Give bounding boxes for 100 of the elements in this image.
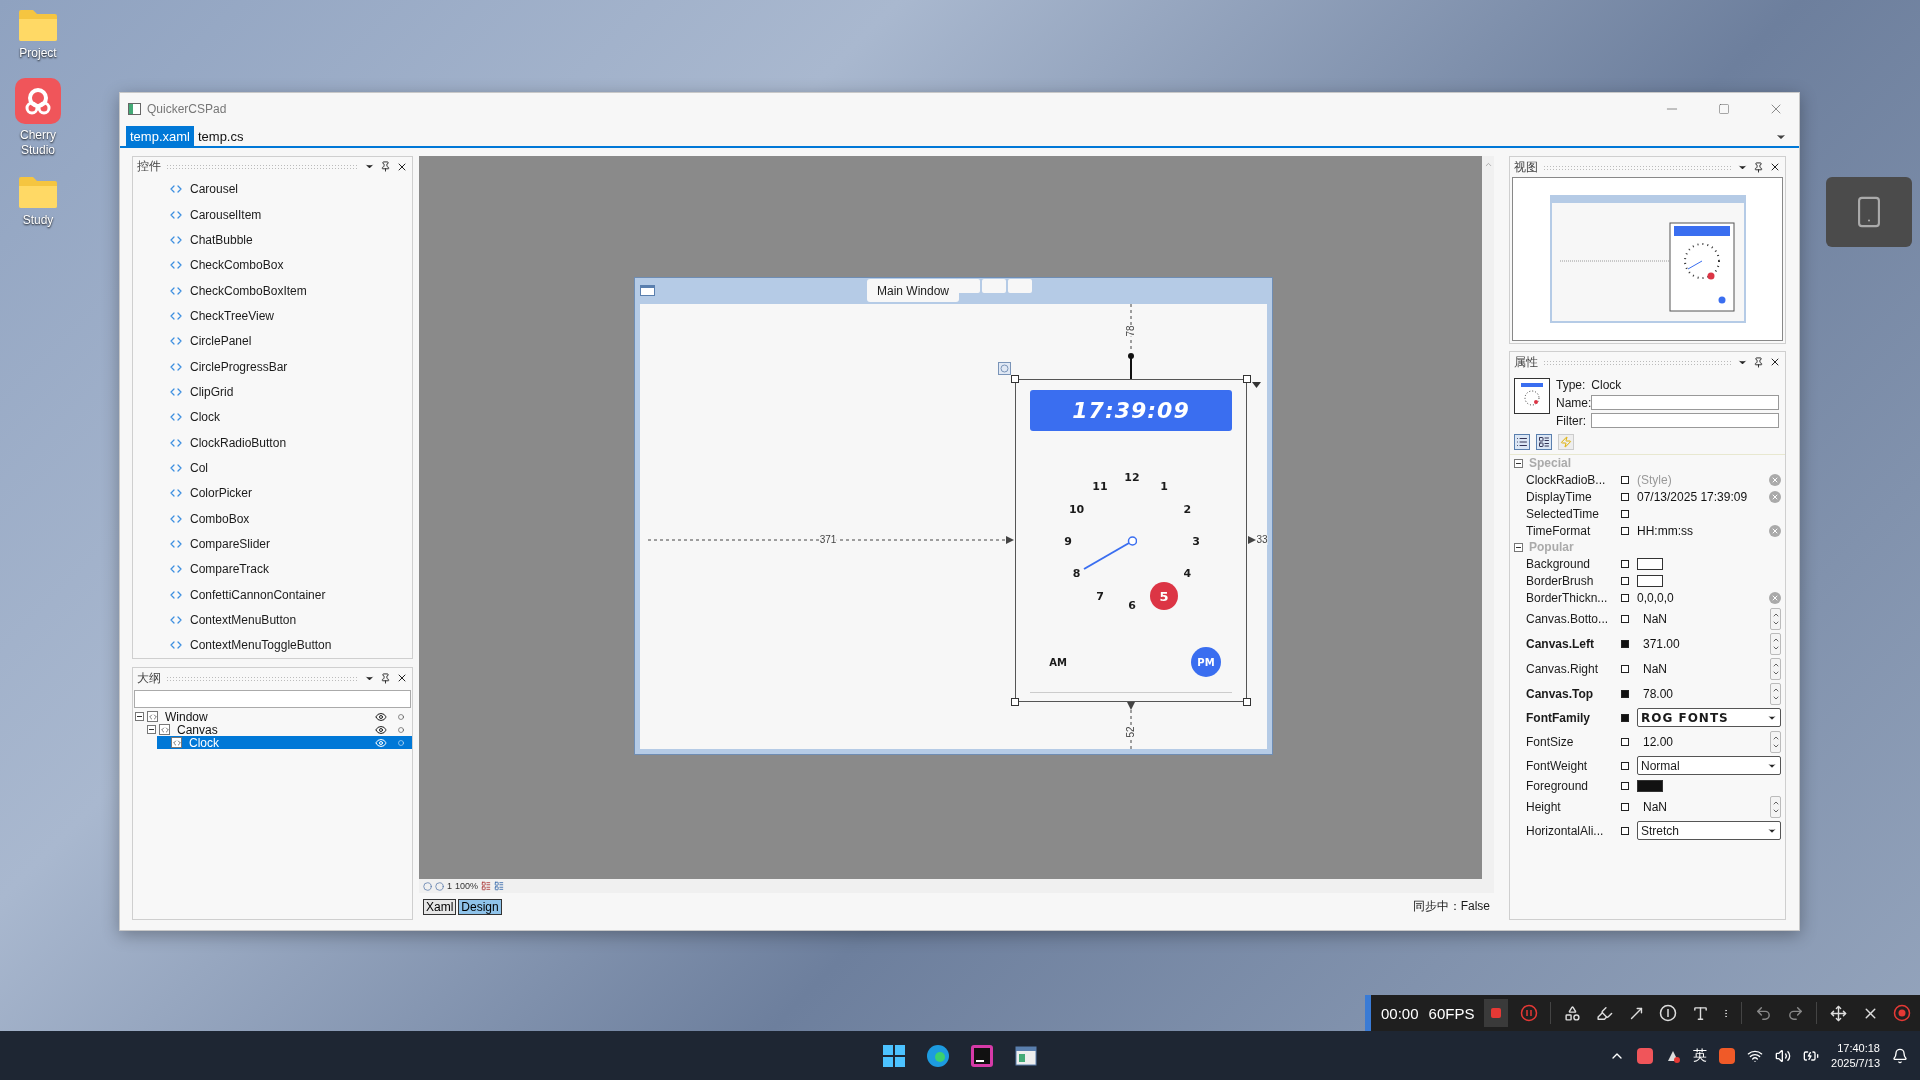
- control-list-item[interactable]: ChatBubble: [133, 227, 412, 253]
- name-field[interactable]: [1591, 395, 1779, 410]
- spinner-icon[interactable]: [1770, 657, 1781, 680]
- rotate-handle[interactable]: [1126, 352, 1136, 380]
- hour-number[interactable]: 6: [1128, 598, 1136, 612]
- property-value[interactable]: 0,0,0,0: [1637, 590, 1769, 605]
- pin-icon[interactable]: [1753, 161, 1764, 173]
- hour-number[interactable]: 7: [1096, 589, 1104, 603]
- hour-number[interactable]: 8: [1072, 566, 1081, 580]
- control-list-item[interactable]: CirclePanel: [133, 328, 412, 354]
- dropdown-icon[interactable]: [1252, 382, 1261, 388]
- close-icon[interactable]: [1769, 161, 1781, 173]
- color-swatch[interactable]: [1637, 557, 1663, 570]
- number-field[interactable]: 371.00: [1637, 636, 1770, 651]
- clock-control[interactable]: 17:39:09 12 1 2 3 4 5 6 7 8 9 10 11 AM PM: [1015, 379, 1247, 702]
- number-field[interactable]: NaN: [1637, 799, 1770, 814]
- grid-icon[interactable]: [481, 881, 492, 891]
- list-view-icon[interactable]: [1536, 434, 1552, 450]
- number-field[interactable]: NaN: [1637, 661, 1770, 676]
- dropdown-field[interactable]: Normal: [1637, 756, 1781, 775]
- property-marker[interactable]: [1621, 761, 1629, 770]
- property-marker[interactable]: [1621, 559, 1629, 568]
- control-list-item[interactable]: ComboBox: [133, 505, 412, 532]
- collapse-icon[interactable]: [1514, 458, 1523, 468]
- eye-icon[interactable]: [375, 710, 387, 723]
- number-field[interactable]: NaN: [1637, 611, 1770, 626]
- property-marker[interactable]: [1621, 826, 1629, 835]
- zoom-in-icon[interactable]: [423, 881, 432, 891]
- widget-card[interactable]: [1826, 177, 1912, 247]
- control-list-item[interactable]: CompareTrack: [133, 556, 412, 582]
- spinner-icon[interactable]: [1770, 607, 1781, 630]
- spinner-icon[interactable]: [1770, 632, 1781, 655]
- file-tab[interactable]: temp.xaml: [126, 126, 194, 146]
- dropdown-field[interactable]: ROG FONTS: [1637, 708, 1781, 727]
- property-marker[interactable]: [1621, 664, 1629, 673]
- close-icon[interactable]: [396, 672, 408, 684]
- zoom-percent[interactable]: 100%: [455, 881, 479, 891]
- color-swatch[interactable]: [1637, 779, 1663, 792]
- eye-icon[interactable]: [375, 723, 387, 736]
- pin-icon[interactable]: [380, 672, 391, 684]
- property-marker[interactable]: [1621, 509, 1629, 518]
- zoom-scale[interactable]: 1: [447, 881, 452, 891]
- property-marker[interactable]: [1621, 689, 1629, 698]
- control-list-item[interactable]: ConfettiCannonContainer: [133, 582, 412, 608]
- hour-number[interactable]: 1: [1160, 479, 1168, 493]
- control-list-item[interactable]: ContextMenuButton: [133, 607, 412, 633]
- outline-tree-item[interactable]: Window: [133, 710, 412, 723]
- close-icon[interactable]: [1769, 356, 1781, 368]
- hour-number[interactable]: 5: [1150, 582, 1178, 611]
- search-field[interactable]: [134, 690, 411, 708]
- categorized-view-icon[interactable]: [1514, 434, 1530, 450]
- property-marker[interactable]: [1621, 593, 1629, 602]
- hour-number[interactable]: 9: [1064, 534, 1072, 548]
- property-value[interactable]: HH:mm:ss: [1637, 523, 1769, 538]
- pin-icon[interactable]: [380, 161, 391, 173]
- property-marker[interactable]: [1621, 576, 1629, 585]
- property-marker[interactable]: [1621, 781, 1629, 790]
- property-marker[interactable]: [1621, 802, 1629, 811]
- app-icon[interactable]: [15, 78, 61, 125]
- control-list-item[interactable]: Clock: [133, 404, 412, 430]
- control-list-item[interactable]: ClockRadioButton: [133, 429, 412, 456]
- property-marker[interactable]: [1621, 492, 1629, 501]
- property-value[interactable]: 07/13/2025 17:39:09: [1637, 489, 1769, 504]
- notification-icon[interactable]: [1892, 1047, 1908, 1064]
- outline-tree-item[interactable]: Canvas: [145, 723, 412, 736]
- control-list-item[interactable]: CheckTreeView: [133, 303, 412, 329]
- control-list-item[interactable]: ColorPicker: [133, 480, 412, 506]
- period-option[interactable]: PM: [1191, 647, 1221, 677]
- pin-icon[interactable]: [1753, 356, 1764, 368]
- control-list-item[interactable]: Col: [133, 455, 412, 481]
- hour-number[interactable]: 4: [1183, 566, 1192, 580]
- spinner-icon[interactable]: [1770, 730, 1781, 753]
- stop-button[interactable]: [1484, 999, 1509, 1027]
- property-marker[interactable]: [1621, 713, 1629, 722]
- control-list-item[interactable]: ClipGrid: [133, 379, 412, 405]
- hour-number[interactable]: 2: [1183, 502, 1192, 516]
- collapse-icon[interactable]: [135, 712, 144, 721]
- control-list-item[interactable]: ContextMenuToggleButton: [133, 632, 412, 658]
- collapse-icon[interactable]: [1514, 542, 1523, 552]
- resize-handle[interactable]: [1011, 698, 1019, 706]
- control-list-item[interactable]: CheckComboBoxItem: [133, 277, 412, 304]
- control-list-item[interactable]: CheckComboBox: [133, 252, 412, 278]
- spinner-icon[interactable]: [1770, 682, 1781, 705]
- property-marker[interactable]: [1621, 475, 1629, 484]
- file-tab[interactable]: temp.cs: [193, 126, 248, 146]
- hour-number[interactable]: 12: [1124, 470, 1140, 484]
- control-list-item[interactable]: Carousel: [133, 176, 412, 202]
- grid-icon[interactable]: [494, 881, 505, 891]
- vertical-scrollbar[interactable]: [1482, 156, 1494, 879]
- view-tab[interactable]: Design: [458, 898, 502, 915]
- volume-icon[interactable]: [1775, 1047, 1792, 1064]
- control-list-item[interactable]: CircleProgressBar: [133, 353, 412, 380]
- number-field[interactable]: 12.00: [1637, 734, 1770, 749]
- view-tab[interactable]: Xaml: [423, 898, 457, 915]
- resize-handle[interactable]: [1243, 375, 1251, 383]
- dropdown-field[interactable]: Stretch: [1637, 821, 1781, 840]
- number-field[interactable]: 78.00: [1637, 686, 1770, 701]
- zoom-out-icon[interactable]: [435, 881, 444, 891]
- hour-number[interactable]: 3: [1192, 534, 1200, 548]
- input-method-indicator[interactable]: 英: [1693, 1046, 1708, 1065]
